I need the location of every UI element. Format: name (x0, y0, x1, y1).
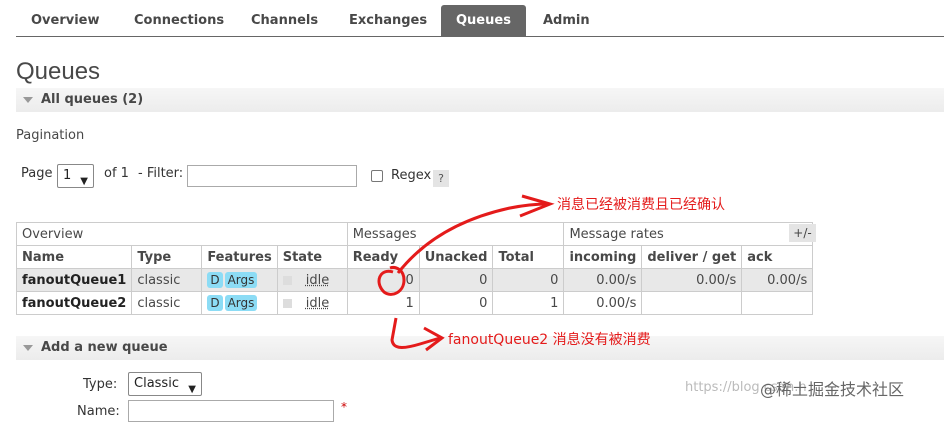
watermark-brand: @稀土掘金技术社区 (760, 380, 905, 399)
annotation-consumed: 消息已经被消费且已经确认 (557, 197, 725, 213)
annotation-strokes (377, 194, 555, 352)
annotation-not-consumed: fanoutQueue2 消息没有被消费 (448, 332, 651, 348)
